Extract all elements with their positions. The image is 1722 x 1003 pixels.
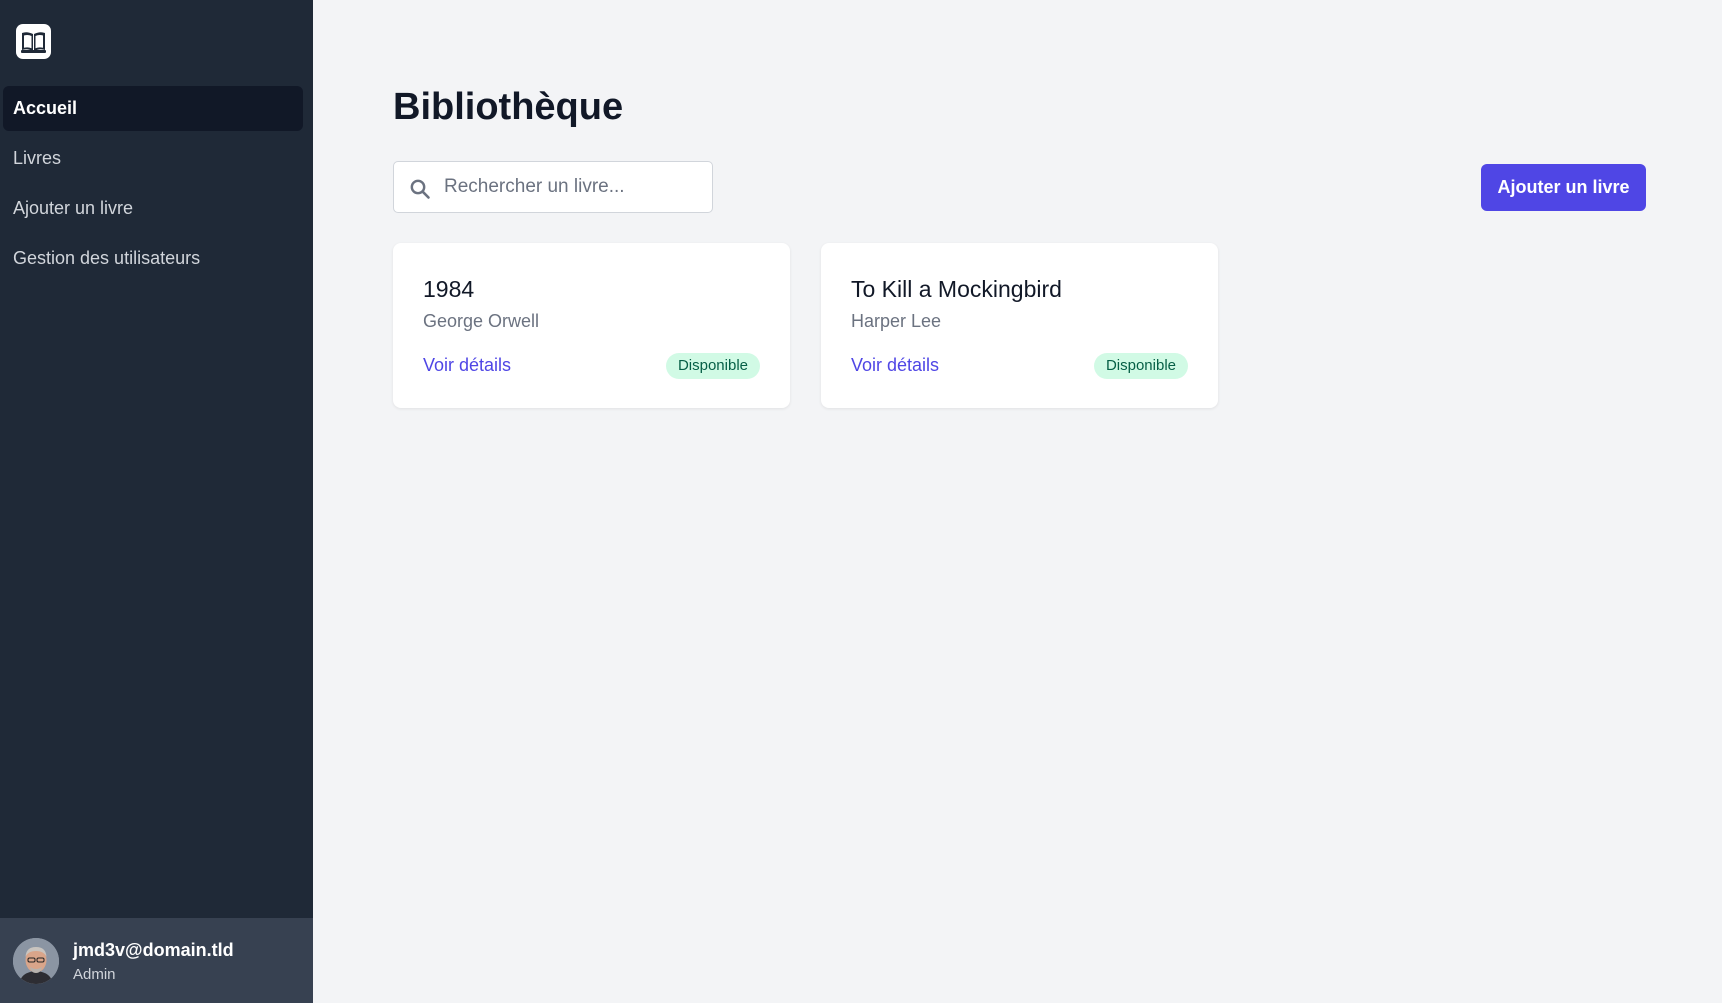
- sidebar-nav: Accueil Livres Ajouter un livre Gestion …: [3, 86, 303, 286]
- book-card: To Kill a Mockingbird Harper Lee Voir dé…: [821, 243, 1218, 408]
- add-book-button[interactable]: Ajouter un livre: [1481, 164, 1646, 211]
- status-badge: Disponible: [1093, 353, 1188, 379]
- avatar: [13, 938, 59, 984]
- user-role: Admin: [73, 966, 116, 983]
- search-icon: [410, 179, 430, 199]
- sidebar-item-livres[interactable]: Livres: [3, 136, 303, 181]
- sidebar-item-gestion-des-utilisateurs[interactable]: Gestion des utilisateurs: [3, 236, 303, 281]
- app-root: Accueil Livres Ajouter un livre Gestion …: [0, 0, 1722, 1003]
- sidebar-item-accueil[interactable]: Accueil: [3, 86, 303, 131]
- book-title: To Kill a Mockingbird: [851, 276, 1062, 302]
- book-title: 1984: [423, 276, 475, 302]
- book-author: George Orwell: [423, 311, 540, 331]
- user-email: jmd3v@domain.tld: [73, 940, 234, 960]
- sidebar: Accueil Livres Ajouter un livre Gestion …: [0, 0, 313, 1003]
- sidebar-item-ajouter-un-livre[interactable]: Ajouter un livre: [3, 186, 303, 231]
- book-author: Harper Lee: [851, 311, 942, 331]
- status-badge: Disponible: [665, 353, 760, 379]
- book-card: 1984 George Orwell Voir détails Disponib…: [393, 243, 790, 408]
- book-open-icon[interactable]: [16, 24, 51, 59]
- user-profile[interactable]: jmd3v@domain.tld Admin: [0, 918, 313, 1003]
- search-input[interactable]: [444, 162, 706, 212]
- view-details-link[interactable]: Voir détails: [851, 355, 939, 376]
- page-title: Bibliothèque: [393, 86, 624, 128]
- view-details-link[interactable]: Voir détails: [423, 355, 511, 376]
- search-box[interactable]: [393, 161, 713, 213]
